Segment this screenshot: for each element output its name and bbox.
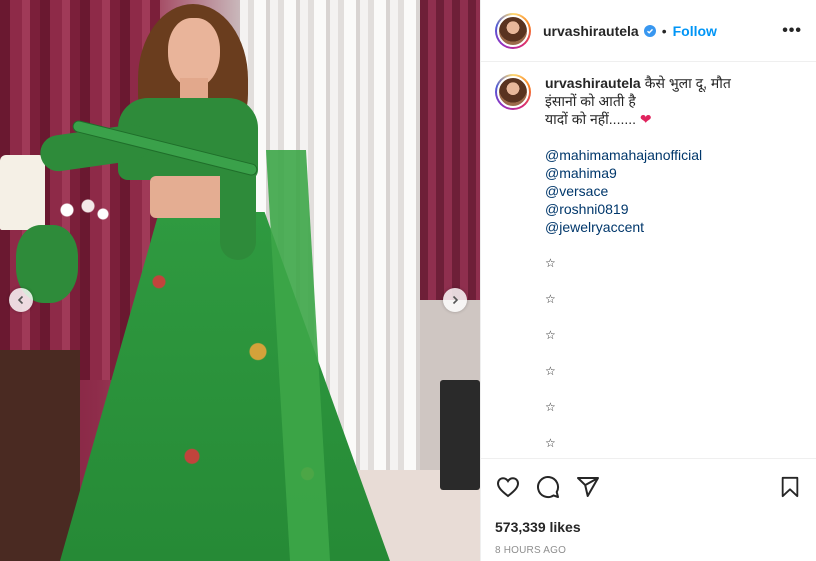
- star-icon: ☆: [545, 328, 556, 342]
- save-button[interactable]: [777, 474, 803, 500]
- header-username[interactable]: urvashirautela: [543, 23, 639, 39]
- mention-link[interactable]: @jewelryaccent: [545, 218, 795, 236]
- post-header: urvashirautela • Follow •••: [481, 0, 816, 62]
- comment-icon: [537, 476, 560, 499]
- like-button[interactable]: [495, 474, 521, 500]
- caption: urvashirautela कैसे भुला दू, मौत इंसानों …: [495, 74, 803, 458]
- caption-text-line1: कैसे भुला दू, मौत: [644, 75, 731, 91]
- follow-button[interactable]: Follow: [673, 23, 717, 39]
- share-icon: [577, 477, 599, 497]
- star-icon: ☆: [545, 292, 556, 306]
- caption-body: urvashirautela कैसे भुला दू, मौत इंसानों …: [545, 74, 795, 458]
- mention-link[interactable]: @mahimamahajanofficial: [545, 146, 795, 164]
- share-button[interactable]: [575, 474, 601, 500]
- star-icon: ☆: [545, 364, 556, 378]
- like-count[interactable]: 573,339 likes: [495, 519, 803, 535]
- broken-heart-icon: ❤: [639, 111, 652, 127]
- mentions-list: @mahimamahajanofficial @mahima9 @versace…: [545, 146, 795, 236]
- bookmark-icon: [781, 476, 799, 498]
- caption-avatar[interactable]: [495, 74, 531, 110]
- caption-text-line2: इंसानों को आती है: [545, 93, 636, 109]
- mention-link[interactable]: @roshni0819: [545, 200, 795, 218]
- chevron-left-icon: [17, 295, 24, 305]
- post-actions: 573,339 likes 8 HOURS AGO: [481, 458, 816, 561]
- star-icon: ☆: [545, 256, 556, 270]
- caption-username[interactable]: urvashirautela: [545, 75, 641, 91]
- equipment-case: [440, 380, 480, 490]
- carousel-prev-button[interactable]: [9, 288, 33, 312]
- star-list: ☆ ☆ ☆ ☆ ☆ ☆: [545, 254, 795, 458]
- post-sidebar: urvashirautela • Follow ••• urvashiraute…: [480, 0, 816, 561]
- avatar[interactable]: [495, 12, 531, 49]
- heart-icon: [496, 477, 520, 498]
- mention-link[interactable]: @versace: [545, 182, 795, 200]
- mention-link[interactable]: @mahima9: [545, 164, 795, 182]
- verified-badge-icon: [643, 24, 656, 37]
- action-icons: [495, 473, 803, 501]
- side-table: [0, 350, 80, 561]
- post-timestamp[interactable]: 8 HOURS AGO: [495, 545, 803, 556]
- caption-avatar-image: [497, 76, 529, 108]
- midriff: [150, 176, 230, 218]
- avatar-image: [497, 14, 529, 47]
- star-icon: ☆: [545, 400, 556, 414]
- comments-area[interactable]: urvashirautela कैसे भुला दू, मौत इंसानों …: [481, 62, 816, 458]
- carousel-next-button[interactable]: [443, 288, 467, 312]
- caption-text-line3: यादों को नहीं.......: [545, 111, 637, 127]
- curtain-far: [420, 0, 480, 300]
- lamp: [0, 155, 45, 230]
- flowers: [55, 190, 115, 230]
- post-photo[interactable]: [0, 0, 480, 561]
- comment-button[interactable]: [535, 474, 561, 500]
- chevron-right-icon: [452, 295, 459, 305]
- more-options-button[interactable]: •••: [782, 22, 802, 40]
- star-icon: ☆: [545, 436, 556, 450]
- header-separator: •: [661, 22, 667, 39]
